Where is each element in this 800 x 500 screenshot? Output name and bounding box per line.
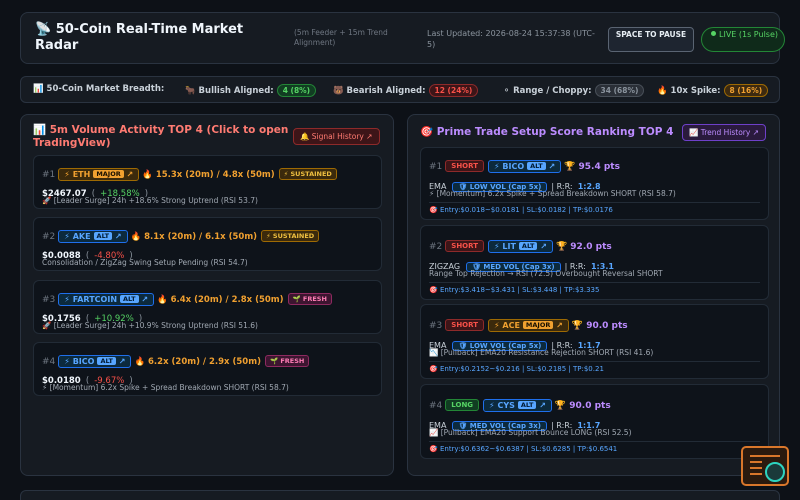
coin-tag-bico[interactable]: ⚡ BICO ALT ↗ [58, 355, 132, 368]
bullish-aligned: 🐂 Bullish Aligned: 4 (8%) [185, 84, 317, 97]
page-title: 📡 50-Coin Real-Time Market Radar [35, 22, 244, 53]
setup-card-2[interactable]: #2 SHORT ⚡ LIT ALT ↗ 🏆 92.0 pts ZIGZAG 🛡 MED … [420, 225, 769, 300]
sustained-badge: ⚡ SUSTAINED [278, 168, 337, 180]
trend-history-button[interactable]: 📈 Trend History ↗ [682, 124, 766, 141]
search-icon [765, 462, 785, 482]
coin-tag-lit[interactable]: ⚡ LIT ALT ↗ [487, 240, 553, 253]
trade-setup-panel: 🎯 Prime Trade Setup Score Ranking TOP 4 … [407, 114, 780, 476]
volume-panel-title: 📊 5m Volume Activity TOP 4 (Click to ope… [33, 124, 289, 149]
volume-card-1[interactable]: #1 ⚡ ETH MAJOR ↗ 🔥 15.3x (20m) / 4.8x (50m)… [33, 155, 382, 209]
header-bar: 📡 50-Coin Real-Time Market Radar (5m Fee… [20, 12, 785, 64]
volume-activity-panel: 📊 5m Volume Activity TOP 4 (Click to ope… [20, 114, 394, 476]
breadth-label: 📊 50-Coin Market Breadth: [33, 84, 165, 94]
coin-tag-ace[interactable]: ⚡ ACE MAJOR ↗ [487, 319, 569, 332]
live-pulse-button[interactable]: LIVE (1s Pulse) [701, 27, 785, 52]
coin-tag-ake[interactable]: ⚡ AKE ALT ↗ [58, 230, 128, 243]
bottom-panel-edge [20, 490, 780, 500]
market-breadth-bar: 📊 50-Coin Market Breadth: 🐂 Bullish Alig… [20, 76, 780, 103]
sustained-badge: ⚡ SUSTAINED [261, 230, 320, 242]
coin-tag-eth[interactable]: ⚡ ETH MAJOR ↗ [58, 168, 140, 181]
setup-panel-title: 🎯 Prime Trade Setup Score Ranking TOP 4 [420, 126, 674, 138]
terminal-widget-button[interactable] [741, 446, 789, 486]
bearish-aligned: 🐻 Bearish Aligned: 12 (24%) [333, 84, 479, 97]
coin-tag-bico[interactable]: ⚡ BICO ALT ↗ [487, 160, 562, 173]
range-count-badge: 34 (68%) [594, 84, 645, 97]
space-pause-button[interactable]: SPACE TO PAUSE [608, 27, 694, 52]
spike-count-badge: 8 (16%) [723, 84, 769, 97]
volume-card-4[interactable]: #4 ⚡ BICO ALT ↗ 🔥 6.2x (20m) / 2.9x (50m) 🌱 … [33, 342, 382, 396]
coin-tag-cys[interactable]: ⚡ CYS ALT ↗ [483, 399, 552, 412]
volume-card-3[interactable]: #3 ⚡ FARTCOIN ALT ↗ 🔥 6.4x (20m) / 2.8x (50… [33, 280, 382, 334]
bullish-count-badge: 4 (8%) [276, 84, 317, 97]
last-updated: Last Updated: 2026-08-24 15:37:38 (UTC-5… [427, 29, 595, 49]
fresh-badge: 🌱 FRESH [264, 355, 310, 367]
setup-card-1[interactable]: #1 SHORT ⚡ BICO ALT ↗ 🏆 95.4 pts EMA 🛡 LOW VO… [420, 147, 769, 220]
spike-count: 🔥 10x Spike: 8 (16%) [657, 84, 769, 97]
coin-tag-fartcoin[interactable]: ⚡ FARTCOIN ALT ↗ [58, 293, 155, 306]
range-choppy: ⚬ Range / Choppy: 34 (68%) [503, 84, 645, 97]
volume-card-2[interactable]: #2 ⚡ AKE ALT ↗ 🔥 8.1x (20m) / 6.1x (50m) ⚡ S… [33, 217, 382, 271]
bearish-count-badge: 12 (24%) [428, 84, 479, 97]
page-subtitle: (5m Feeder + 15m Trend Alignment) [294, 28, 388, 47]
setup-card-3[interactable]: #3 SHORT ⚡ ACE MAJOR ↗ 🏆 90.0 pts EMA 🛡 LOW V… [420, 304, 769, 379]
setup-card-4[interactable]: #4 LONG ⚡ CYS ALT ↗ 🏆 90.0 pts EMA 🛡 MED VOL … [420, 384, 769, 459]
live-dot-icon [711, 31, 716, 36]
fresh-badge: 🌱 FRESH [287, 293, 332, 305]
signal-history-button[interactable]: 🔔 Signal History ↗ [293, 128, 380, 145]
